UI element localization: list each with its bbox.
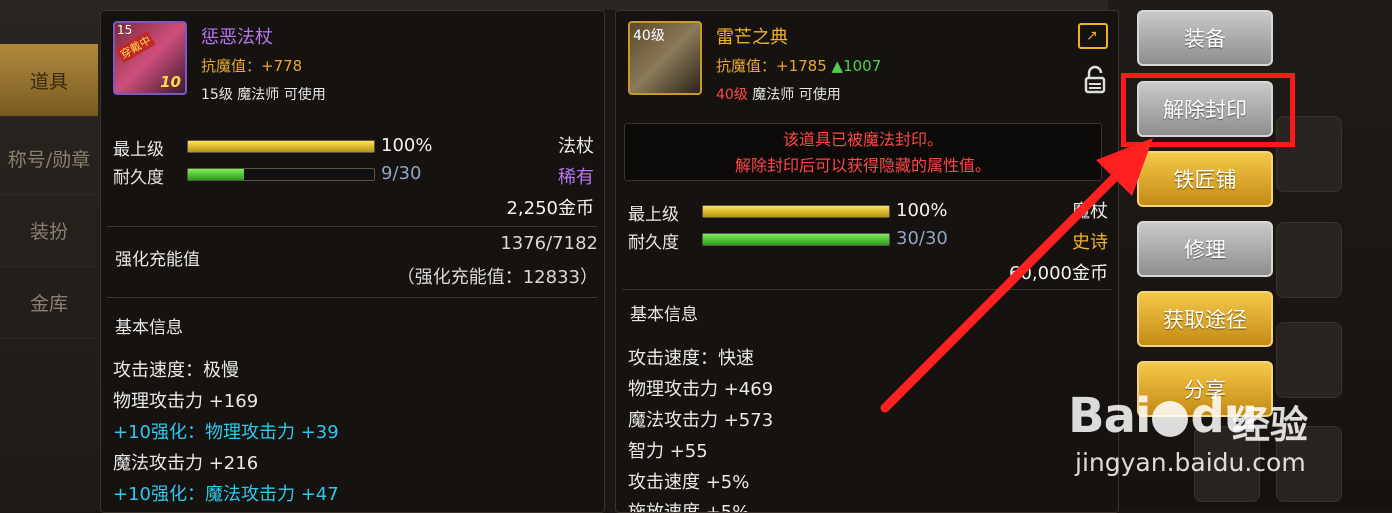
- stat-line: 物理攻击力 +169: [113, 391, 259, 412]
- rank-label: 最上级: [113, 140, 164, 160]
- tab-titles-medals[interactable]: 称号/勋章: [0, 122, 98, 195]
- inventory-slot[interactable]: [1276, 322, 1342, 398]
- section-title: 基本信息: [630, 305, 698, 325]
- tome-icon: 40级: [628, 21, 702, 95]
- item-type: 法杖: [558, 136, 594, 157]
- magic-resist: 抗魔值：+1785 ▲1007: [716, 57, 882, 75]
- tab-items[interactable]: 道具: [0, 44, 98, 117]
- stat-line: 魔法攻击力 +216: [113, 453, 259, 474]
- item-level-badge: 40级: [633, 28, 665, 44]
- stat-line: 攻击速度 +5%: [628, 472, 750, 493]
- jingyan-label: 经验: [1232, 403, 1309, 447]
- stat-line: 攻击速度：极慢: [113, 360, 239, 381]
- requirement: 15级 魔法师 可使用: [201, 87, 326, 103]
- watermark-url: jingyan.baidu.com: [1075, 448, 1306, 477]
- inventory-sidebar: 道具 称号/勋章 装扮 金库: [0, 0, 100, 511]
- durability-bar: [702, 233, 890, 246]
- durability-label: 耐久度: [113, 168, 164, 188]
- enhance-level: 10: [160, 73, 181, 91]
- magic-resist-increase: ▲1007: [831, 57, 882, 75]
- requirement: 40级 魔法师 可使用: [716, 87, 841, 103]
- divider: [107, 297, 597, 298]
- charge-label: 强化充能值: [115, 250, 200, 270]
- rank-bar: [702, 205, 890, 218]
- charge-total: （强化充能值：12833）: [396, 267, 598, 288]
- stat-line: 智力 +55: [628, 441, 708, 462]
- stat-line-enhance: +10强化：魔法攻击力 +47: [113, 484, 339, 505]
- inventory-slot[interactable]: [1276, 222, 1342, 298]
- stat-line: 攻击速度：快速: [628, 348, 754, 369]
- durability-value: 9/30: [381, 163, 422, 184]
- item-name: 雷芒之典: [716, 27, 788, 48]
- item-tooltip-equipped: 15 穿戴中 10 惩恶法杖 抗魔值：+778 15级 魔法师 可使用 最上级 …: [100, 10, 605, 513]
- red-arrow-icon: [880, 138, 1153, 413]
- durability-label: 耐久度: [628, 233, 679, 253]
- equip-button[interactable]: 装备: [1137, 10, 1273, 66]
- charge-value: 1376/7182: [500, 233, 598, 254]
- staff-icon: 15 穿戴中 10: [113, 21, 187, 95]
- paw-icon: [1152, 401, 1189, 437]
- tab-vault[interactable]: 金库: [0, 266, 98, 339]
- divider: [107, 226, 597, 227]
- stat-line-enhance: +10强化：物理攻击力 +39: [113, 422, 339, 443]
- section-title: 基本信息: [115, 318, 183, 338]
- rarity: 稀有: [558, 167, 594, 188]
- baidu-logo: Bai du: [1068, 388, 1258, 444]
- item-level-badge: 15: [117, 23, 133, 37]
- rank-value: 100%: [381, 135, 433, 156]
- durability-bar: [187, 168, 375, 181]
- rank-label: 最上级: [628, 205, 679, 225]
- magic-resist: 抗魔值：+778: [201, 57, 303, 75]
- share-link-icon[interactable]: ↗: [1078, 23, 1108, 49]
- rank-bar: [187, 140, 375, 153]
- price: 2,250金币: [506, 198, 594, 219]
- tab-avatar[interactable]: 装扮: [0, 194, 98, 267]
- stat-line: 物理攻击力 +469: [628, 379, 774, 400]
- stat-line: 魔法攻击力 +573: [628, 410, 774, 431]
- item-name: 惩恶法杖: [201, 27, 273, 48]
- lock-icon[interactable]: [1084, 65, 1106, 101]
